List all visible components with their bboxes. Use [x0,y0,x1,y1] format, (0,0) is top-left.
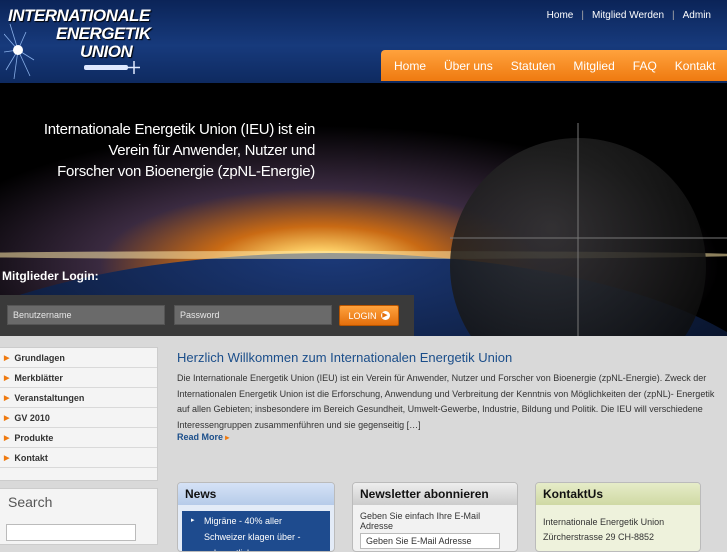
sidebar-item-kontakt[interactable]: ▶ Kontakt [0,448,157,468]
arrow-bullet-icon: ▶ [4,414,10,422]
news-item-text: Migräne - 40% aller Schweizer klagen übe… [204,516,301,551]
arrow-bullet-icon: ▶ [4,394,10,402]
username-input[interactable] [7,305,165,325]
newsletter-description: Geben Sie einfach Ihre E-Mail Adresse [360,511,481,531]
chevron-right-icon: ▸ [223,433,230,442]
page-title: Herzlich Willkommen zum Internationalen … [177,350,513,365]
newsletter-box: Newsletter abonnieren Geben Sie einfach … [352,482,518,552]
contact-title: KontaktUs [536,483,700,505]
login-bar: LOGIN ▶ [0,295,414,336]
sidebar-item-label: Merkblätter [14,372,63,383]
banner-line-3: Forscher von Bioenergie (zpNL-Energie) [57,163,315,180]
read-more-label: Read More [177,432,224,442]
nav-kontakt[interactable]: Kontakt [666,59,725,73]
nav-ueber-uns[interactable]: Über uns [435,59,502,73]
arrow-right-icon: ▶ [380,311,390,320]
sidebar-item-gv-2010[interactable]: ▶ GV 2010 [0,408,157,428]
sidebar-item-merkblaetter[interactable]: ▶ Merkblätter [0,368,157,388]
email-field[interactable]: Geben Sie E-Mail Adresse [360,533,500,549]
arrow-bullet-icon: ▸ [191,517,195,524]
contact-line-2: Zürcherstrasse 29 CH-8852 [543,532,655,542]
arrow-bullet-icon: ▶ [4,354,10,362]
login-button-label: LOGIN [348,310,377,321]
sidebar-item-label: Kontakt [14,452,48,463]
read-more-link[interactable]: Read More ▸ [177,432,229,442]
news-item[interactable]: ▸ Migräne - 40% aller Schweizer klagen üb… [182,511,330,551]
top-link-home[interactable]: Home [539,10,582,21]
nav-mitglied[interactable]: Mitglied [564,59,623,73]
intro-text: Die Internationale Energetik Union (IEU)… [177,373,715,430]
password-input[interactable] [174,305,332,325]
search-title: Search [8,494,53,510]
top-links: Home | Mitglied Werden | Admin [539,10,719,21]
nav-statuten[interactable]: Statuten [502,59,565,73]
login-label: Mitglieder Login: [2,269,99,283]
logo-line-1: INTERNATIONALE [8,6,150,25]
contact-box: KontaktUs Internationale Energetik Union… [535,482,701,552]
sidebar-item-label: Produkte [14,432,54,443]
logo-line-3: UNION [80,42,133,61]
banner-line-2: Verein für Anwender, Nutzer und [108,142,315,159]
sidebar-item-label: GV 2010 [14,412,50,423]
arrow-bullet-icon: ▶ [4,454,10,462]
banner-tagline: Internationale Energetik Union (IEU) ist… [44,119,315,182]
sidebar-item-label: Veranstaltungen [14,392,85,403]
sidebar-item-produkte[interactable]: ▶ Produkte [0,428,157,448]
login-button[interactable]: LOGIN ▶ [339,305,399,326]
sidebar-item-label: Grundlagen [14,352,65,363]
logo-line-2: ENERGETIK [56,24,151,43]
news-box: News ▸ Migräne - 40% aller Schweizer klag… [177,482,335,552]
nav-faq[interactable]: FAQ [624,59,666,73]
sidebar-item-veranstaltungen[interactable]: ▶ Veranstaltungen [0,388,157,408]
main-content: Herzlich Willkommen zum Internationalen … [177,350,722,433]
arrow-bullet-icon: ▶ [4,434,10,442]
header: INTERNATIONALE ENERGETIK UNION Home | Mi… [0,0,727,83]
main-nav: Home Über uns Statuten Mitglied FAQ Kont… [381,50,727,81]
top-link-admin[interactable]: Admin [675,10,719,21]
sidebar: ▶ Grundlagen ▶ Merkblätter ▶ Veranstaltunge… [0,347,158,481]
newsletter-title: Newsletter abonnieren [353,483,517,505]
contact-line-1: Internationale Energetik Union [543,517,665,527]
banner-line-1: Internationale Energetik Union (IEU) ist… [43,121,315,138]
search-box: Search [0,488,158,545]
hero-banner: Internationale Energetik Union (IEU) ist… [0,83,727,336]
arrow-bullet-icon: ▶ [4,374,10,382]
top-link-mitglied-werden[interactable]: Mitglied Werden [584,10,672,21]
news-title: News [178,483,334,505]
sidebar-item-grundlagen[interactable]: ▶ Grundlagen [0,348,157,368]
nav-home[interactable]: Home [381,59,435,73]
search-input[interactable] [6,524,136,541]
